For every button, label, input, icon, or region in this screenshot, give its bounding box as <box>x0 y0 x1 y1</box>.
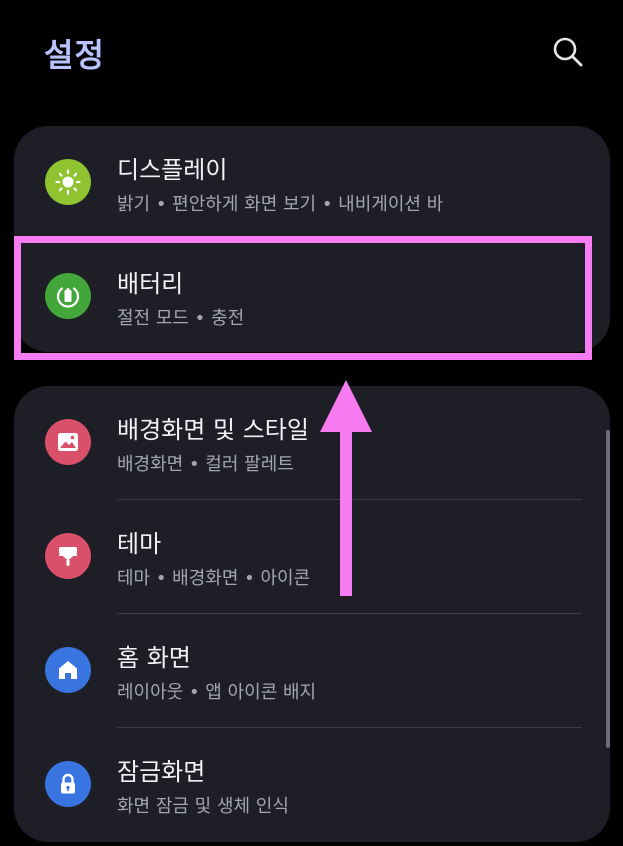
settings-item-title: 홈 화면 <box>117 644 191 672</box>
search-button[interactable] <box>548 32 588 72</box>
settings-group-1: 디스플레이 밝기 • 편안하게 화면 보기 • 내비게이션 바 배터리 절전 모… <box>14 126 610 352</box>
settings-item-battery[interactable]: 배터리 절전 모드 • 충전 <box>14 240 610 354</box>
page-title: 설정 <box>44 36 105 74</box>
lock-icon-badge <box>45 761 91 807</box>
battery-icon-badge <box>45 273 91 319</box>
search-icon <box>553 37 583 67</box>
sun-icon <box>55 169 81 195</box>
settings-item-wallpaper[interactable]: 배경화면 및 스타일 배경화면 • 컬러 팔레트 <box>14 386 610 500</box>
lock-icon <box>61 773 75 794</box>
home-icon <box>59 661 77 679</box>
settings-item-subtitle: 절전 모드 • 충전 <box>117 308 245 329</box>
settings-item-title: 배경화면 및 스타일 <box>117 416 309 444</box>
settings-item-theme[interactable]: 테마 테마 • 배경화면 • 아이콘 <box>14 500 610 614</box>
image-icon <box>58 433 78 451</box>
scrollbar[interactable] <box>606 430 610 748</box>
settings-item-title: 잠금화면 <box>117 758 206 786</box>
settings-item-subtitle: 화면 잠금 및 생체 인식 <box>117 796 289 817</box>
battery-icon <box>56 287 80 308</box>
settings-item-title: 테마 <box>117 530 162 558</box>
settings-item-subtitle: 테마 • 배경화면 • 아이콘 <box>117 568 311 589</box>
settings-item-subtitle: 레이아웃 • 앱 아이콘 배지 <box>117 682 317 703</box>
wallpaper-icon-badge <box>45 419 91 465</box>
settings-item-subtitle: 밝기 • 편안하게 화면 보기 • 내비게이션 바 <box>117 194 444 215</box>
settings-item-lock-screen[interactable]: 잠금화면 화면 잠금 및 생체 인식 <box>14 728 610 842</box>
header: 설정 <box>0 0 623 110</box>
paintbrush-icon <box>59 547 77 566</box>
settings-item-title: 배터리 <box>117 270 184 298</box>
settings-item-display[interactable]: 디스플레이 밝기 • 편안하게 화면 보기 • 내비게이션 바 <box>14 126 610 240</box>
settings-item-title: 디스플레이 <box>117 156 228 184</box>
display-icon-badge <box>45 159 91 205</box>
theme-icon-badge <box>45 533 91 579</box>
settings-item-home-screen[interactable]: 홈 화면 레이아웃 • 앱 아이콘 배지 <box>14 614 610 728</box>
home-icon-badge <box>45 647 91 693</box>
settings-group-2: 배경화면 및 스타일 배경화면 • 컬러 팔레트 테마 테마 • 배경화면 • … <box>14 386 610 842</box>
settings-item-subtitle: 배경화면 • 컬러 팔레트 <box>117 454 294 475</box>
